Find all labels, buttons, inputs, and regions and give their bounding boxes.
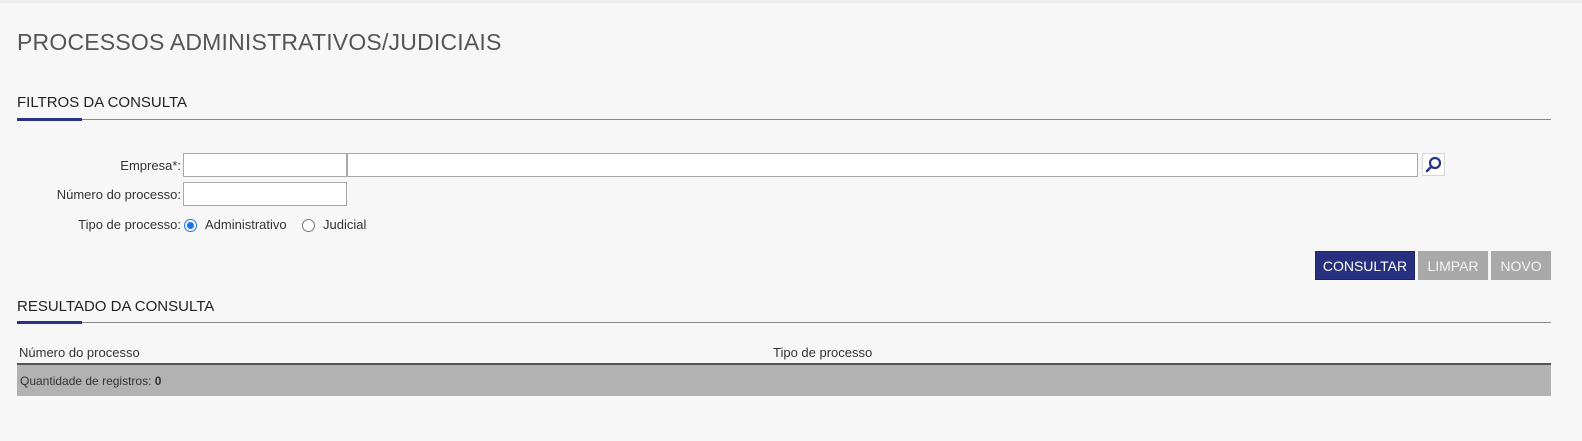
consultar-button[interactable]: CONSULTAR <box>1315 251 1415 280</box>
radio-administrativo[interactable] <box>184 219 197 232</box>
empresa-search-button[interactable] <box>1422 153 1445 176</box>
numero-processo-label: Número do processo: <box>56 187 181 202</box>
record-count: Quantidade de registros: 0 <box>20 374 161 388</box>
empresa-label: Empresa*: <box>120 158 181 173</box>
magnifier-icon <box>1425 156 1442 173</box>
results-footer: Quantidade de registros: 0 <box>17 365 1551 396</box>
radio-administrativo-label[interactable]: Administrativo <box>205 217 287 232</box>
novo-button[interactable]: NOVO <box>1491 251 1551 280</box>
tipo-processo-label: Tipo de processo: <box>78 217 181 232</box>
record-count-value: 0 <box>154 374 162 388</box>
column-header-numero-processo[interactable]: Número do processo <box>19 345 140 360</box>
filters-section-accent <box>17 118 82 121</box>
limpar-button[interactable]: LIMPAR <box>1418 251 1488 280</box>
radio-judicial[interactable] <box>302 219 315 232</box>
top-border <box>0 0 1582 3</box>
filters-section-divider <box>17 119 1551 120</box>
radio-judicial-label[interactable]: Judicial <box>323 217 366 232</box>
results-section-accent <box>17 321 82 324</box>
empresa-code-input[interactable] <box>183 153 347 177</box>
column-header-tipo-processo[interactable]: Tipo de processo <box>773 345 872 360</box>
results-section-title: RESULTADO DA CONSULTA <box>17 298 215 315</box>
empresa-name-input[interactable] <box>347 153 1418 177</box>
record-count-label: Quantidade de registros: <box>20 374 152 388</box>
numero-processo-input[interactable] <box>183 182 347 206</box>
results-section-divider <box>17 322 1551 323</box>
page-title: PROCESSOS ADMINISTRATIVOS/JUDICIAIS <box>17 29 502 55</box>
filters-section-title: FILTROS DA CONSULTA <box>17 94 188 111</box>
